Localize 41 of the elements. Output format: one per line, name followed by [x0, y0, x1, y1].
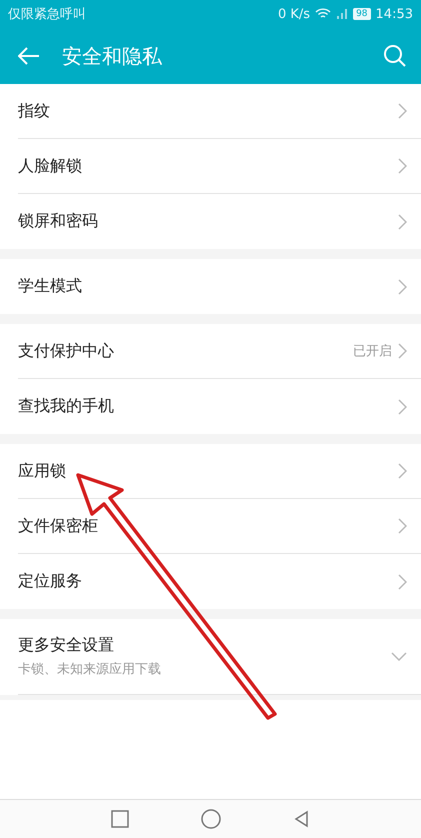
settings-row[interactable]: 指纹: [18, 84, 421, 139]
chevron-icon: [398, 158, 407, 174]
row-label: 锁屏和密码: [18, 211, 99, 232]
row-value: 已开启: [353, 343, 392, 360]
chevron-icon: [398, 214, 407, 230]
row-subtitle: 卡锁、未知来源应用下载: [18, 661, 162, 678]
chevron-icon: [398, 574, 407, 590]
back-icon[interactable]: [18, 47, 40, 65]
settings-row[interactable]: 应用锁: [18, 444, 421, 499]
settings-row[interactable]: 定位服务: [18, 554, 421, 609]
clock: 14:53: [376, 6, 413, 22]
row-label: 更多安全设置: [18, 635, 115, 656]
back-icon[interactable]: [292, 810, 310, 828]
row-label: 人脸解锁: [18, 156, 83, 176]
settings-row[interactable]: 人脸解锁: [18, 139, 421, 194]
settings-row[interactable]: 文件保密柜: [18, 499, 421, 554]
row-label: 定位服务: [18, 571, 83, 592]
chevron-icon: [398, 463, 407, 479]
chevron-icon: [398, 398, 407, 414]
search-icon[interactable]: [383, 44, 407, 68]
row-label: 查找我的手机: [18, 396, 115, 417]
settings-row[interactable]: 支付保护中心 已开启: [18, 324, 421, 379]
screen-title: 安全和隐私: [62, 42, 163, 70]
carrier-text: 仅限紧急呼叫: [8, 6, 86, 23]
row-label: 支付保护中心: [18, 340, 115, 362]
battery-icon: 98: [353, 8, 371, 20]
settings-row[interactable]: 锁屏和密码: [18, 194, 421, 249]
wifi-icon: [315, 8, 332, 20]
recents-icon[interactable]: [110, 810, 128, 828]
settings-row[interactable]: 查找我的手机: [18, 379, 421, 434]
chevron-icon: [398, 278, 407, 294]
row-label: 学生模式: [18, 276, 83, 297]
row-label: 应用锁: [18, 460, 67, 482]
signal-icon: [336, 8, 348, 20]
chevron-icon: [398, 518, 407, 534]
row-label: 文件保密柜: [18, 516, 99, 536]
network-speed: 0 K/s: [278, 6, 310, 22]
home-icon[interactable]: [200, 809, 220, 829]
row-label: 指纹: [18, 100, 51, 122]
chevron-icon: [398, 343, 407, 359]
chevron-icon: [398, 103, 407, 119]
